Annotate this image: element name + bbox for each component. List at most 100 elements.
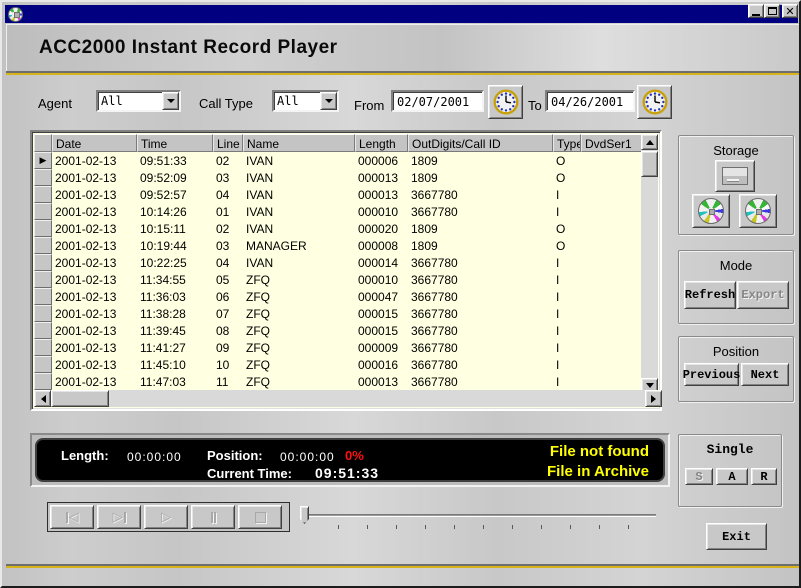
table-row[interactable]: 2001-02-1309:52:5704IVAN0000133667780I — [34, 186, 645, 203]
table-row[interactable]: 2001-02-1311:39:4508ZFQ0000153667780I — [34, 322, 645, 339]
agent-dropdown-button[interactable] — [162, 92, 179, 110]
call-type-dropdown-button[interactable] — [320, 92, 337, 110]
table-cell[interactable]: IVAN — [243, 203, 355, 220]
table-cell[interactable]: 01 — [213, 203, 243, 220]
maximize-button[interactable] — [764, 4, 780, 18]
column-header[interactable]: Time — [137, 134, 213, 152]
table-cell[interactable] — [581, 271, 645, 288]
seek-slider[interactable] — [298, 504, 658, 530]
table-cell[interactable]: IVAN — [243, 220, 355, 237]
table-cell[interactable]: IVAN — [243, 186, 355, 203]
table-cell[interactable]: 2001-02-13 — [52, 339, 137, 356]
table-row[interactable]: 2001-02-1310:22:2504IVAN0000143667780I — [34, 254, 645, 271]
table-cell[interactable]: I — [553, 203, 581, 220]
row-selector[interactable] — [34, 339, 52, 356]
row-selector[interactable] — [34, 220, 52, 237]
previous-button[interactable]: Previous — [684, 363, 739, 386]
table-row[interactable]: 2001-02-1311:41:2709ZFQ0000093667780I — [34, 339, 645, 356]
table-cell[interactable]: 03 — [213, 237, 243, 254]
table-cell[interactable]: 1809 — [408, 220, 553, 237]
table-cell[interactable]: 10:22:25 — [137, 254, 213, 271]
close-button[interactable]: ✕ — [782, 4, 798, 18]
table-cell[interactable]: I — [553, 271, 581, 288]
column-header[interactable]: OutDigits/Call ID — [408, 134, 553, 152]
table-cell[interactable]: 2001-02-13 — [52, 152, 137, 169]
table-cell[interactable]: 1809 — [408, 152, 553, 169]
table-cell[interactable]: 10:19:44 — [137, 237, 213, 254]
table-cell[interactable]: ZFQ — [243, 288, 355, 305]
row-selector[interactable] — [34, 203, 52, 220]
table-cell[interactable] — [581, 237, 645, 254]
table-cell[interactable]: 000009 — [355, 339, 408, 356]
table-cell[interactable]: 11 — [213, 373, 243, 390]
table-cell[interactable] — [581, 254, 645, 271]
table-cell[interactable]: ZFQ — [243, 373, 355, 390]
table-cell[interactable]: 000016 — [355, 356, 408, 373]
table-cell[interactable]: 000014 — [355, 254, 408, 271]
column-header[interactable]: Line — [213, 134, 243, 152]
from-calendar-button[interactable] — [488, 85, 523, 119]
single-a-button[interactable]: A — [716, 468, 748, 485]
stop-button[interactable] — [238, 505, 282, 529]
table-cell[interactable]: 11:47:03 — [137, 373, 213, 390]
table-cell[interactable]: I — [553, 305, 581, 322]
minimize-button[interactable] — [748, 4, 764, 18]
table-cell[interactable]: ZFQ — [243, 356, 355, 373]
hard-disk-button[interactable] — [715, 160, 755, 192]
row-selector[interactable] — [34, 254, 52, 271]
table-cell[interactable]: 000010 — [355, 271, 408, 288]
table-cell[interactable]: I — [553, 356, 581, 373]
table-cell[interactable]: 02 — [213, 152, 243, 169]
table-cell[interactable]: I — [553, 254, 581, 271]
table-cell[interactable]: ZFQ — [243, 305, 355, 322]
cd-right-button[interactable] — [739, 194, 777, 228]
table-cell[interactable]: 2001-02-13 — [52, 305, 137, 322]
table-cell[interactable]: IVAN — [243, 169, 355, 186]
table-cell[interactable]: 11:45:10 — [137, 356, 213, 373]
table-cell[interactable]: 1809 — [408, 169, 553, 186]
from-date-input[interactable] — [391, 90, 484, 112]
export-button[interactable]: Export — [737, 281, 789, 309]
skip-start-button[interactable]: ◁ — [50, 505, 94, 529]
single-r-button[interactable]: R — [751, 468, 777, 485]
table-cell[interactable]: 2001-02-13 — [52, 322, 137, 339]
table-cell[interactable] — [581, 203, 645, 220]
table-cell[interactable]: 09:51:33 — [137, 152, 213, 169]
table-cell[interactable]: I — [553, 186, 581, 203]
table-cell[interactable]: 2001-02-13 — [52, 186, 137, 203]
table-cell[interactable]: 05 — [213, 271, 243, 288]
single-s-button[interactable]: S — [685, 468, 713, 485]
table-cell[interactable]: 09 — [213, 339, 243, 356]
table-cell[interactable] — [581, 288, 645, 305]
horizontal-scrollbar[interactable] — [34, 390, 662, 407]
exit-button[interactable]: Exit — [706, 523, 767, 550]
table-cell[interactable]: 3667780 — [408, 373, 553, 390]
table-cell[interactable]: 000013 — [355, 186, 408, 203]
table-cell[interactable]: 09:52:09 — [137, 169, 213, 186]
table-row[interactable]: 2001-02-1310:19:4403MANAGER0000081809O — [34, 237, 645, 254]
row-selector[interactable] — [34, 186, 52, 203]
table-cell[interactable]: 000008 — [355, 237, 408, 254]
table-row[interactable]: ▶2001-02-1309:51:3302IVAN0000061809O — [34, 152, 645, 169]
table-row[interactable]: 2001-02-1311:38:2807ZFQ0000153667780I — [34, 305, 645, 322]
table-cell[interactable]: 10:14:26 — [137, 203, 213, 220]
row-selector[interactable]: ▶ — [34, 152, 52, 169]
row-selector[interactable] — [34, 169, 52, 186]
table-cell[interactable] — [581, 356, 645, 373]
scroll-up-button[interactable] — [641, 134, 658, 150]
cd-left-button[interactable] — [692, 194, 730, 228]
scroll-right-button[interactable] — [645, 390, 662, 407]
row-selector[interactable] — [34, 305, 52, 322]
table-row[interactable]: 2001-02-1311:47:0311ZFQ0000133667780I — [34, 373, 645, 390]
column-header[interactable]: Length — [355, 134, 408, 152]
table-cell[interactable]: 04 — [213, 186, 243, 203]
table-cell[interactable]: O — [553, 237, 581, 254]
slider-thumb[interactable] — [300, 506, 309, 524]
row-selector[interactable] — [34, 237, 52, 254]
table-cell[interactable]: 2001-02-13 — [52, 373, 137, 390]
refresh-button[interactable]: Refresh — [684, 281, 736, 309]
table-cell[interactable]: ZFQ — [243, 271, 355, 288]
table-row[interactable]: 2001-02-1311:45:1010ZFQ0000163667780I — [34, 356, 645, 373]
table-cell[interactable]: I — [553, 373, 581, 390]
agent-select[interactable]: All — [96, 90, 181, 112]
